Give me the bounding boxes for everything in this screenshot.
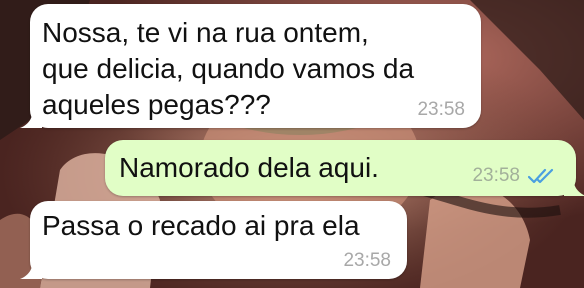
bubble-tail	[564, 174, 584, 196]
bubble-tail	[20, 257, 42, 279]
message-bubble-outgoing[interactable]: Namorado dela aqui. 23:58	[105, 140, 584, 196]
double-check-icon	[528, 168, 554, 184]
message-timestamp: 23:58	[472, 165, 520, 186]
message-timestamp: 23:58	[417, 99, 465, 120]
message-text-line: aqueles pegas???	[42, 89, 271, 120]
message-text-line: que delicia, quando vamos da	[42, 53, 415, 84]
message-text-line: Passa o recado ai pra ela	[42, 210, 360, 241]
message-timestamp: 23:58	[343, 250, 391, 271]
message-text-line: Namorado dela aqui.	[119, 152, 379, 183]
bubble-tail	[20, 106, 42, 128]
message-bubble-incoming[interactable]: Nossa, te vi na rua ontem, que delicia, …	[20, 4, 481, 128]
message-bubble-incoming[interactable]: Passa o recado ai pra ela 23:58	[20, 201, 407, 279]
message-text-line: Nossa, te vi na rua ontem,	[42, 17, 369, 48]
